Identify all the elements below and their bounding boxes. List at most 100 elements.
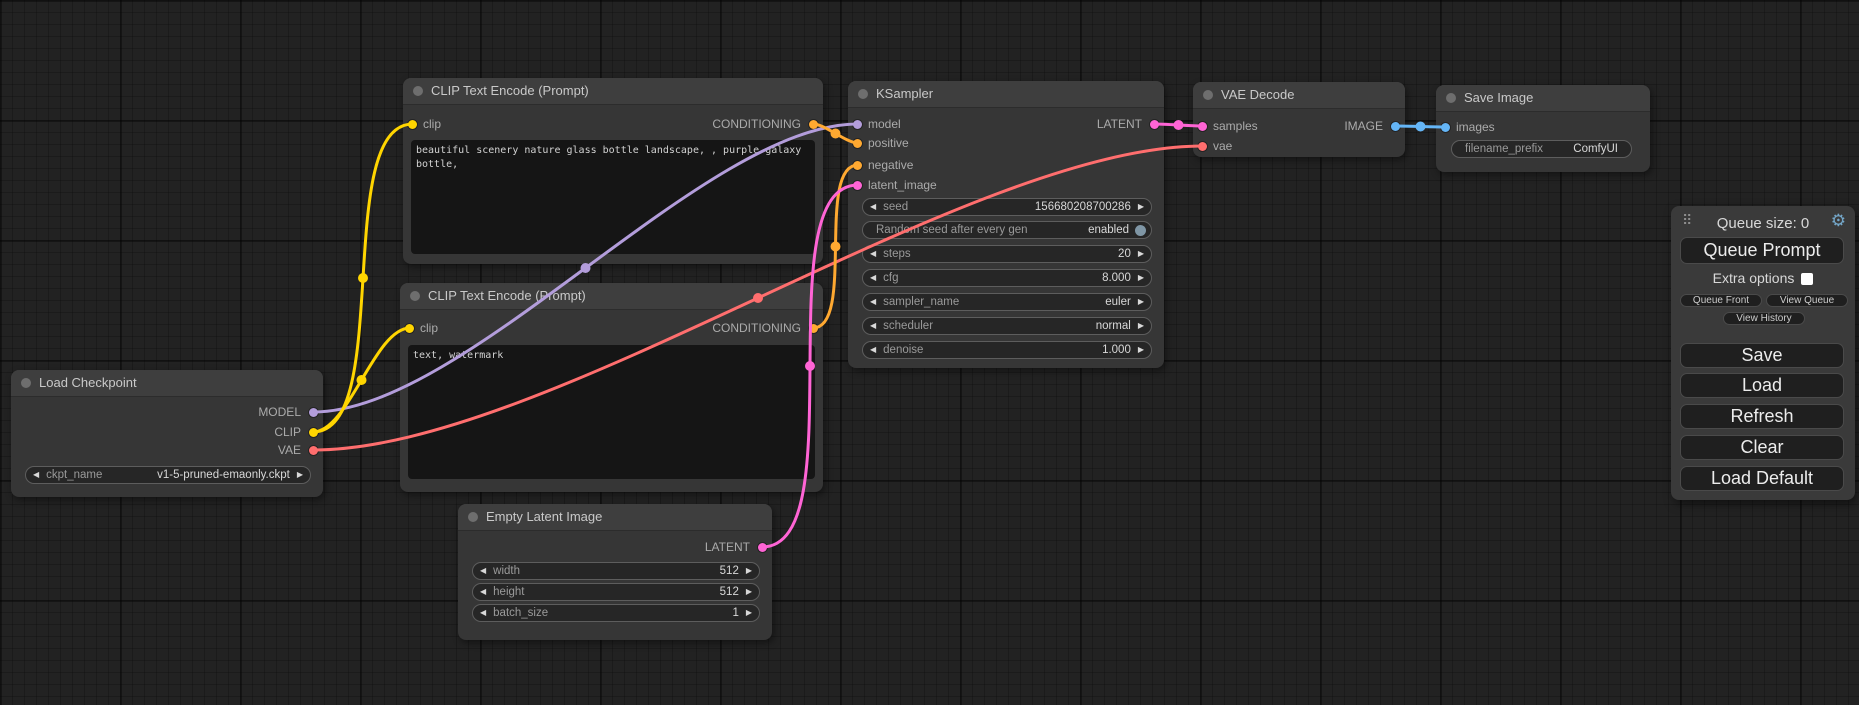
increment-arrow-icon[interactable]: ▶ <box>739 605 759 621</box>
widget-steps[interactable]: ◀ steps 20 ▶ <box>862 245 1152 263</box>
clear-button[interactable]: Clear <box>1680 435 1844 460</box>
settings-gear-icon[interactable]: ⚙ <box>1831 212 1846 229</box>
widget-value: 1.000 <box>923 344 1130 356</box>
view-queue-button[interactable]: View Queue <box>1766 294 1848 307</box>
node-ksampler[interactable]: KSampler model positive negative latent_… <box>848 81 1164 368</box>
input-port-clip[interactable] <box>405 324 414 333</box>
widget-filename-prefix[interactable]: filename_prefix ComfyUI <box>1451 140 1632 158</box>
decrement-arrow-icon[interactable]: ◀ <box>863 199 883 215</box>
decrement-arrow-icon[interactable]: ◀ <box>863 270 883 286</box>
node-clip-text-encode-positive[interactable]: CLIP Text Encode (Prompt) clip CONDITION… <box>403 78 823 264</box>
node-vae-decode[interactable]: VAE Decode samples vae IMAGE <box>1193 82 1405 157</box>
collapse-dot-icon[interactable] <box>858 89 868 99</box>
input-port-negative[interactable] <box>853 161 862 170</box>
widget-value: 8.000 <box>899 272 1131 284</box>
output-port-model[interactable] <box>309 408 318 417</box>
wire-midpoint-dot-positive-cond <box>831 129 841 139</box>
input-slot-images: images <box>1456 119 1495 135</box>
collapse-dot-icon[interactable] <box>1446 93 1456 103</box>
widget-seed[interactable]: ◀ seed 156680208700286 ▶ <box>862 198 1152 216</box>
output-port-conditioning[interactable] <box>809 120 818 129</box>
save-button[interactable]: Save <box>1680 343 1844 368</box>
output-port-conditioning[interactable] <box>809 324 818 333</box>
load-default-button[interactable]: Load Default <box>1680 466 1844 491</box>
node-title-bar[interactable]: Save Image <box>1436 85 1650 112</box>
increment-arrow-icon[interactable]: ▶ <box>1131 199 1151 215</box>
widget-cfg[interactable]: ◀ cfg 8.000 ▶ <box>862 269 1152 287</box>
input-port-model[interactable] <box>853 120 862 129</box>
collapse-dot-icon[interactable] <box>1203 90 1213 100</box>
node-title: Empty Latent Image <box>486 504 602 530</box>
extra-options-label: Extra options <box>1713 270 1795 286</box>
increment-arrow-icon[interactable]: ▶ <box>1131 246 1151 262</box>
prompt-textarea[interactable]: text, watermark <box>408 345 815 479</box>
output-slot-vae: VAE <box>278 442 301 458</box>
decrement-arrow-icon[interactable]: ◀ <box>863 342 883 358</box>
widget-height[interactable]: ◀ height 512 ▶ <box>472 583 760 601</box>
widget-sampler-name[interactable]: ◀ sampler_name euler ▶ <box>862 293 1152 311</box>
decrement-arrow-icon[interactable]: ◀ <box>473 584 493 600</box>
increment-arrow-icon[interactable]: ▶ <box>1131 342 1151 358</box>
input-port-positive[interactable] <box>853 139 862 148</box>
input-port-vae[interactable] <box>1198 142 1207 151</box>
refresh-button[interactable]: Refresh <box>1680 404 1844 429</box>
output-port-latent[interactable] <box>1150 120 1159 129</box>
widget-width[interactable]: ◀ width 512 ▶ <box>472 562 760 580</box>
input-port-clip[interactable] <box>408 120 417 129</box>
node-graph-canvas[interactable]: Load Checkpoint MODEL CLIP VAE ◀ ckpt_na… <box>0 0 1859 705</box>
combo-right-arrow-icon[interactable]: ▶ <box>290 467 310 483</box>
node-empty-latent-image[interactable]: Empty Latent Image LATENT ◀ width 512 ▶ … <box>458 504 772 640</box>
input-port-latent-image[interactable] <box>853 181 862 190</box>
node-title-bar[interactable]: Load Checkpoint <box>11 370 323 397</box>
wire-clip-to-prompt-2 <box>313 328 410 432</box>
combo-left-arrow-icon[interactable]: ◀ <box>863 318 883 334</box>
collapse-dot-icon[interactable] <box>410 291 420 301</box>
combo-right-arrow-icon[interactable]: ▶ <box>1131 294 1151 310</box>
collapse-dot-icon[interactable] <box>21 378 31 388</box>
widget-scheduler[interactable]: ◀ scheduler normal ▶ <box>862 317 1152 335</box>
load-button[interactable]: Load <box>1680 373 1844 398</box>
node-title-bar[interactable]: CLIP Text Encode (Prompt) <box>403 78 823 105</box>
node-title-bar[interactable]: CLIP Text Encode (Prompt) <box>400 283 823 310</box>
queue-prompt-button[interactable]: Queue Prompt <box>1680 237 1844 264</box>
output-port-image[interactable] <box>1391 122 1400 131</box>
wire-midpoint-dot-clip-to-prompt-2 <box>357 375 367 385</box>
widget-batch-size[interactable]: ◀ batch_size 1 ▶ <box>472 604 760 622</box>
input-port-samples[interactable] <box>1198 122 1207 131</box>
output-port-clip[interactable] <box>309 428 318 437</box>
node-title-bar[interactable]: KSampler <box>848 81 1164 108</box>
combo-right-arrow-icon[interactable]: ▶ <box>1131 318 1151 334</box>
wire-midpoint-dot-latent-out <box>1174 120 1184 130</box>
widget-random-seed-toggle[interactable]: Random seed after every gen enabled <box>862 221 1152 239</box>
output-port-vae[interactable] <box>309 446 318 455</box>
decrement-arrow-icon[interactable]: ◀ <box>863 246 883 262</box>
node-title-bar[interactable]: VAE Decode <box>1193 82 1405 109</box>
node-load-checkpoint[interactable]: Load Checkpoint MODEL CLIP VAE ◀ ckpt_na… <box>11 370 323 497</box>
widget-value: 512 <box>525 586 739 598</box>
view-history-button[interactable]: View History <box>1723 312 1805 325</box>
widget-label: cfg <box>883 272 898 284</box>
output-port-latent[interactable] <box>758 543 767 552</box>
input-slot-samples: samples <box>1213 118 1258 134</box>
output-slot-model: MODEL <box>258 404 301 420</box>
increment-arrow-icon[interactable]: ▶ <box>739 584 759 600</box>
combo-left-arrow-icon[interactable]: ◀ <box>863 294 883 310</box>
increment-arrow-icon[interactable]: ▶ <box>739 563 759 579</box>
node-save-image[interactable]: Save Image images filename_prefix ComfyU… <box>1436 85 1650 172</box>
collapse-dot-icon[interactable] <box>468 512 478 522</box>
output-slot-latent: LATENT <box>1097 116 1142 132</box>
prompt-textarea[interactable]: beautiful scenery nature glass bottle la… <box>411 140 815 254</box>
widget-ckpt-name[interactable]: ◀ ckpt_name v1-5-pruned-emaonly.ckpt ▶ <box>25 466 311 484</box>
extra-options-checkbox[interactable] <box>1801 273 1813 285</box>
collapse-dot-icon[interactable] <box>413 86 423 96</box>
queue-front-button[interactable]: Queue Front <box>1680 294 1762 307</box>
toggle-dot-icon[interactable] <box>1135 225 1146 236</box>
input-port-images[interactable] <box>1441 123 1450 132</box>
combo-left-arrow-icon[interactable]: ◀ <box>26 467 46 483</box>
increment-arrow-icon[interactable]: ▶ <box>1131 270 1151 286</box>
decrement-arrow-icon[interactable]: ◀ <box>473 563 493 579</box>
widget-denoise[interactable]: ◀ denoise 1.000 ▶ <box>862 341 1152 359</box>
node-clip-text-encode-negative[interactable]: CLIP Text Encode (Prompt) clip CONDITION… <box>400 283 823 492</box>
decrement-arrow-icon[interactable]: ◀ <box>473 605 493 621</box>
node-title-bar[interactable]: Empty Latent Image <box>458 504 772 531</box>
